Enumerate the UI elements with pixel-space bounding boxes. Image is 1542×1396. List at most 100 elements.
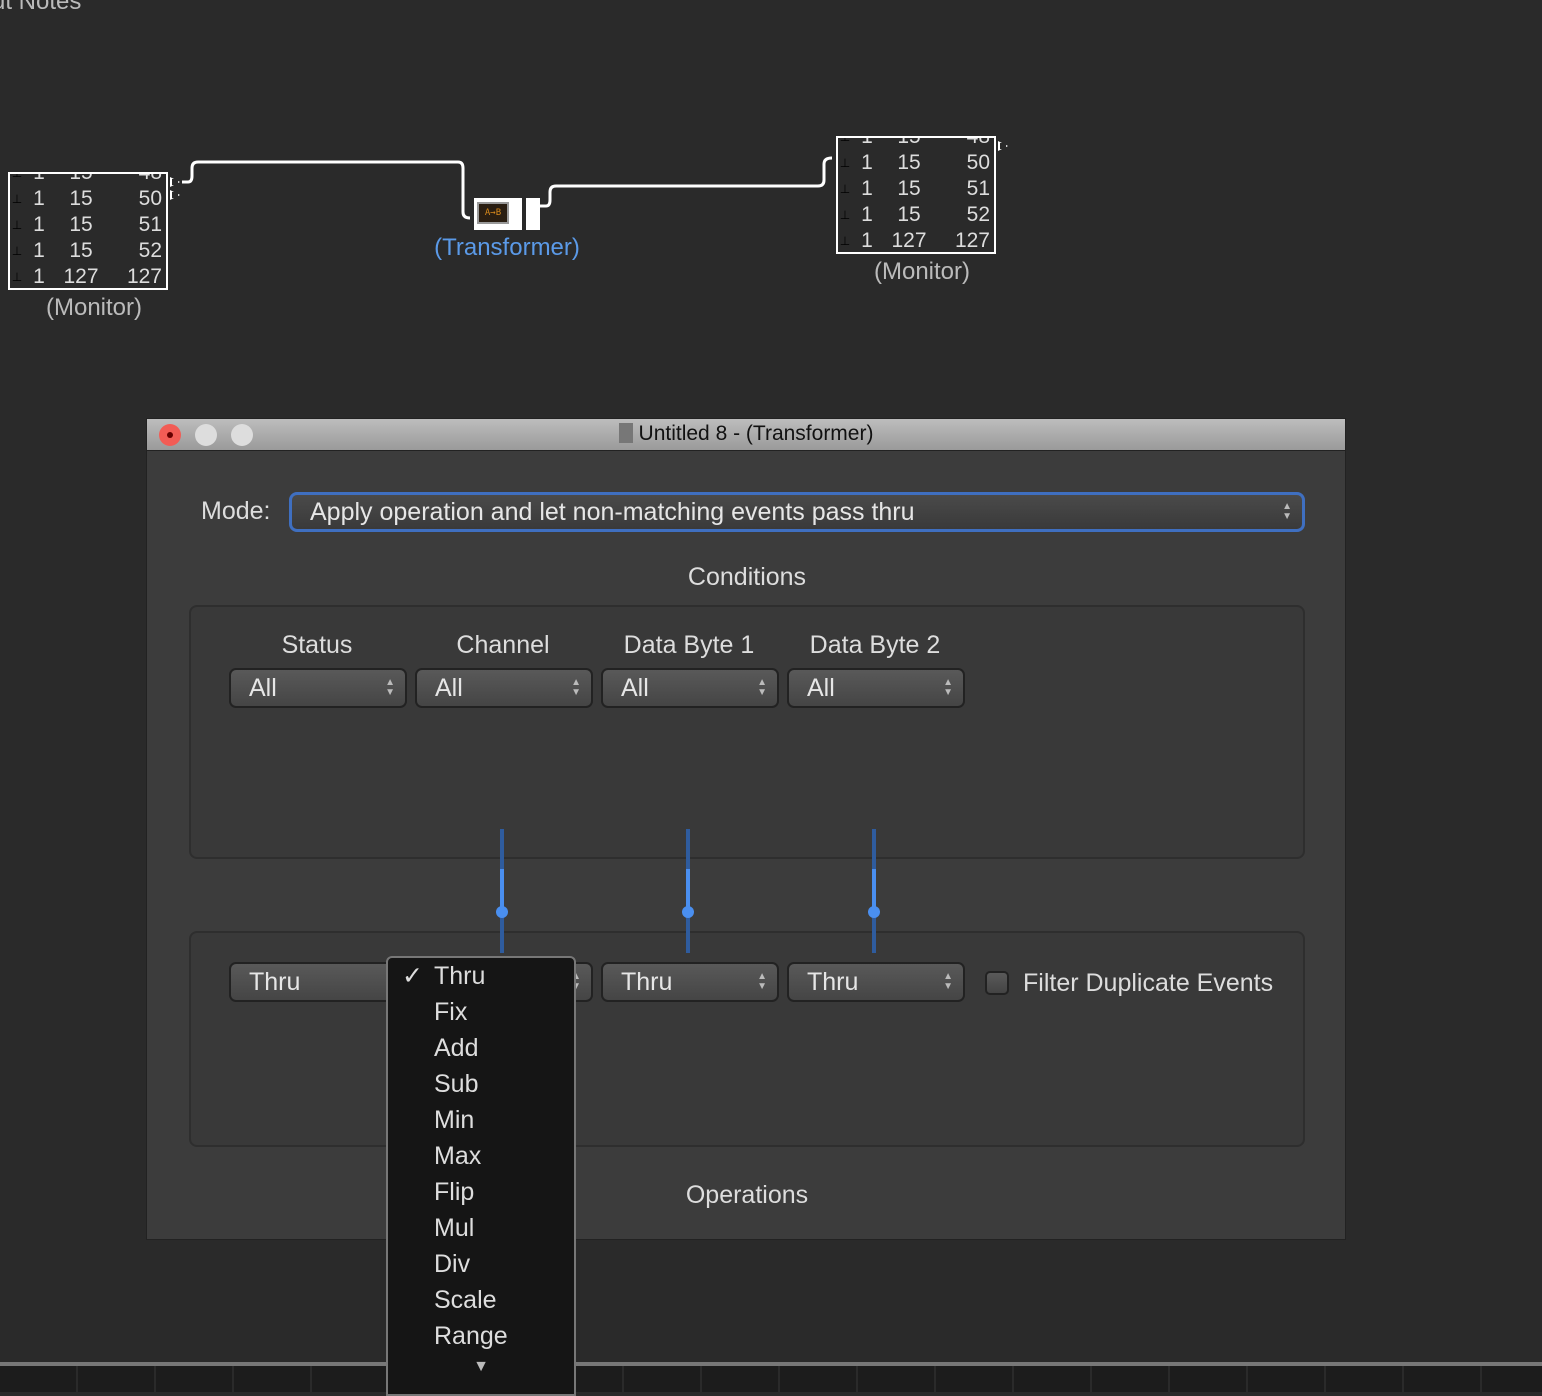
menu-item-label: Scale	[434, 1286, 497, 1314]
event-icon: ⊥	[839, 136, 851, 144]
link-knob[interactable]	[496, 906, 508, 918]
condition-select[interactable]: All ▲ ▼	[229, 668, 407, 708]
monitor-cell: 1	[861, 177, 873, 200]
event-icon: ⊥	[839, 208, 851, 222]
mode-select[interactable]: Apply operation and let non-matching eve…	[289, 492, 1305, 532]
menu-item-add[interactable]: Add	[388, 1030, 574, 1066]
operation-value: Thru	[621, 968, 673, 996]
operation-value: Thru	[249, 968, 301, 996]
column-header: Channel	[456, 631, 550, 659]
menu-item-label: Sub	[434, 1070, 479, 1098]
monitor-cell: 48	[966, 136, 990, 148]
menu-item-min[interactable]: Min	[388, 1102, 574, 1138]
menu-item-flip[interactable]: Flip	[388, 1174, 574, 1210]
monitor-cell: 15	[897, 203, 921, 226]
scroll-down-arrow-icon[interactable]: ▼	[388, 1358, 574, 1376]
event-icon: ⊥	[11, 244, 23, 258]
condition-value: All	[249, 674, 277, 702]
monitor-cell: 15	[69, 187, 93, 210]
operations-title: Operations	[685, 1181, 809, 1209]
menu-item-label: Max	[434, 1142, 482, 1170]
monitor-row: ⊥ 1 15 50	[838, 150, 994, 176]
stepper-arrows-icon: ▲▼	[385, 677, 395, 698]
link-line	[686, 829, 690, 953]
monitor-row: ⊥ 1 127 127	[838, 228, 994, 252]
event-icon: ⊥	[11, 270, 23, 284]
monitor-cell: 1	[33, 172, 45, 184]
monitor-cell: 50	[966, 151, 990, 174]
condition-value: All	[807, 674, 835, 702]
monitor-cell: 1	[861, 151, 873, 174]
link-knob[interactable]	[868, 906, 880, 918]
title-bar[interactable]: Untitled 8 - (Transformer)	[147, 419, 1345, 451]
checkmark-icon: ✓	[402, 962, 423, 990]
event-icon: ⊥	[839, 182, 851, 196]
operation-value: Thru	[807, 968, 859, 996]
monitor-left[interactable]: ⊥ 1 15 48 ⊥ 1 15 50 ⊥ 1 15 51 ⊥ 1 15 52 ⊥ 1 127 127	[8, 172, 168, 290]
filter-duplicates-checkbox[interactable]	[985, 971, 1009, 995]
menu-item-max[interactable]: Max	[388, 1138, 574, 1174]
condition-value: All	[435, 674, 463, 702]
monitor-cell: 127	[63, 265, 99, 288]
monitor-row: ⊥ 1 15 50	[10, 186, 166, 212]
column-header: Data Byte 2	[809, 631, 941, 659]
monitor-cell: 1	[861, 136, 873, 148]
document-icon	[618, 423, 633, 443]
condition-select[interactable]: All ▲ ▼	[415, 668, 593, 708]
monitor-row: ⊥ 1 15 52	[10, 238, 166, 264]
monitor-row: ⊥ 1 15 48	[10, 172, 166, 186]
filter-duplicates-label: Filter Duplicate Events	[1023, 969, 1274, 997]
stepper-arrows-icon: ▲▼	[1282, 501, 1292, 522]
menu-item-fix[interactable]: Fix	[388, 994, 574, 1030]
monitor-row: ⊥ 1 15 51	[838, 176, 994, 202]
mode-value: Apply operation and let non-matching eve…	[310, 498, 915, 526]
monitor-cell: 1	[33, 213, 45, 236]
transformer-outputs[interactable]	[526, 198, 540, 230]
monitor-cell: 15	[897, 151, 921, 174]
monitor-right[interactable]: ⊥ 1 15 48 ⊥ 1 15 50 ⊥ 1 15 51 ⊥ 1 15 52 ⊥ 1 127 127	[836, 136, 996, 254]
link-line	[872, 829, 876, 953]
menu-item-thru[interactable]: ✓ Thru	[388, 958, 574, 994]
conditions-title: Conditions	[687, 563, 807, 591]
monitor-row: ⊥ 1 127 127	[10, 264, 166, 288]
monitor-cell: 15	[69, 213, 93, 236]
event-icon: ⊥	[839, 156, 851, 170]
monitor-cell: 15	[69, 239, 93, 262]
menu-item-mul[interactable]: Mul	[388, 1210, 574, 1246]
column-header: Status	[281, 631, 353, 659]
event-icon: ⊥	[11, 172, 23, 180]
monitor-cell: 15	[69, 172, 93, 184]
column-header: Data Byte 1	[623, 631, 755, 659]
stepper-arrows-icon: ▲▼	[943, 971, 953, 992]
menu-item-label: Range	[434, 1322, 508, 1350]
stepper-arrows-icon: ▲▼	[757, 677, 767, 698]
transformer-window: Untitled 8 - (Transformer) Mode: Apply o…	[146, 418, 1346, 1240]
condition-select[interactable]: All ▲ ▼	[787, 668, 965, 708]
monitor-row: ⊥ 1 15 52	[838, 202, 994, 228]
monitor-cell: 1	[33, 187, 45, 210]
monitor-cell: 52	[138, 239, 162, 262]
operation-select[interactable]: Thru▲▼	[601, 962, 779, 1002]
monitor-row: ⊥ 1 15 48	[838, 136, 994, 150]
link-line	[500, 829, 504, 953]
monitor-cell: 127	[126, 265, 162, 288]
operation-select[interactable]: Thru ▲▼	[787, 962, 965, 1002]
menu-item-label: Flip	[434, 1178, 475, 1206]
menu-item-scale[interactable]: Scale	[388, 1282, 574, 1318]
menu-item-range[interactable]: Range	[388, 1318, 574, 1354]
menu-item-div[interactable]: Div	[388, 1246, 574, 1282]
menu-item-label: Fix	[434, 998, 468, 1026]
monitor-cell: 52	[966, 203, 990, 226]
monitor-row: ⊥ 1 15 51	[10, 212, 166, 238]
condition-select[interactable]: All ▲ ▼	[601, 668, 779, 708]
link-knob[interactable]	[682, 906, 694, 918]
monitor-cell: 1	[861, 203, 873, 226]
cable-transformer-to-monitor	[540, 156, 833, 208]
operation-menu[interactable]: ✓ Thru Fix Add Sub Min Max Flip Mul Div Scale Range…	[386, 956, 576, 1396]
menu-item-label: Div	[434, 1250, 471, 1278]
transformer-object[interactable]: A→B	[474, 198, 522, 230]
menu-item-sub[interactable]: Sub	[388, 1066, 574, 1102]
operation-select[interactable]: Thru▲▼	[229, 962, 407, 1002]
menu-item-label: Min	[434, 1106, 475, 1134]
monitor-cell: 1	[33, 239, 45, 262]
